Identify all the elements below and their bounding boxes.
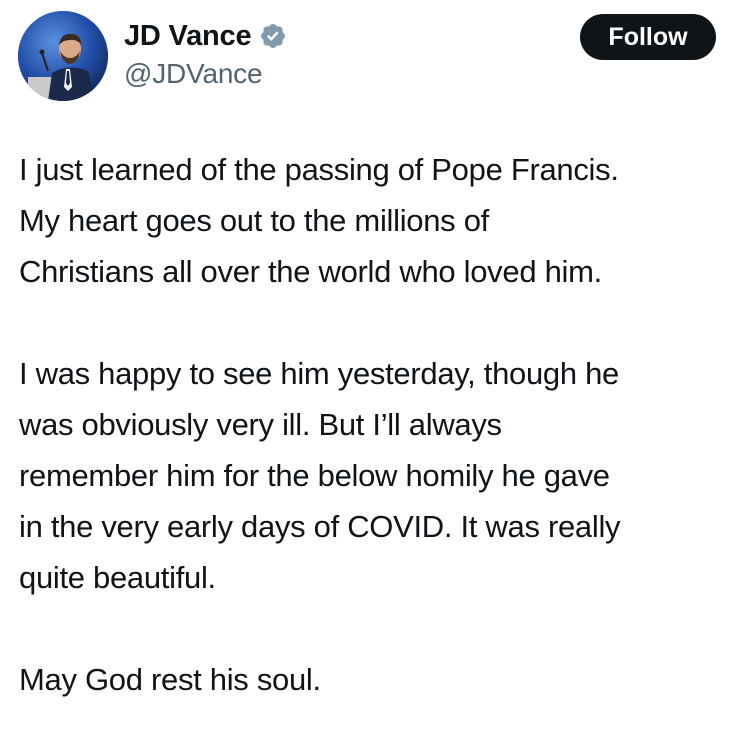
tweet-text: I just learned of the passing of Pope Fr… — [19, 144, 739, 705]
follow-button[interactable]: Follow — [580, 14, 716, 60]
tweet-line: My heart goes out to the millions of — [19, 203, 489, 238]
name-row: JD Vance — [124, 16, 287, 56]
tweet-line: was obviously very ill. But I’ll always — [19, 407, 502, 442]
tweet-paragraph: I was happy to see him yesterday, though… — [19, 348, 739, 603]
author-info: JD Vance @JDVance — [124, 16, 287, 90]
tweet-header: JD Vance @JDVance Follow — [0, 0, 750, 110]
avatar[interactable] — [18, 11, 108, 101]
tweet-line: I was happy to see him yesterday, though… — [19, 356, 620, 391]
author-handle[interactable]: @JDVance — [124, 58, 287, 90]
avatar-image — [18, 11, 108, 101]
verified-badge-icon — [259, 22, 287, 50]
tweet-line: May God rest his soul. — [19, 662, 321, 697]
tweet-line: quite beautiful. — [19, 560, 216, 595]
tweet-line: I just learned of the passing of Pope Fr… — [19, 152, 619, 187]
tweet-line: remember him for the below homily he gav… — [19, 458, 610, 493]
tweet-line: in the very early days of COVID. It was … — [19, 509, 621, 544]
display-name[interactable]: JD Vance — [124, 20, 252, 53]
tweet-paragraph: I just learned of the passing of Pope Fr… — [19, 144, 739, 297]
tweet-line: Christians all over the world who loved … — [19, 254, 602, 289]
tweet-paragraph: May God rest his soul. — [19, 654, 739, 705]
